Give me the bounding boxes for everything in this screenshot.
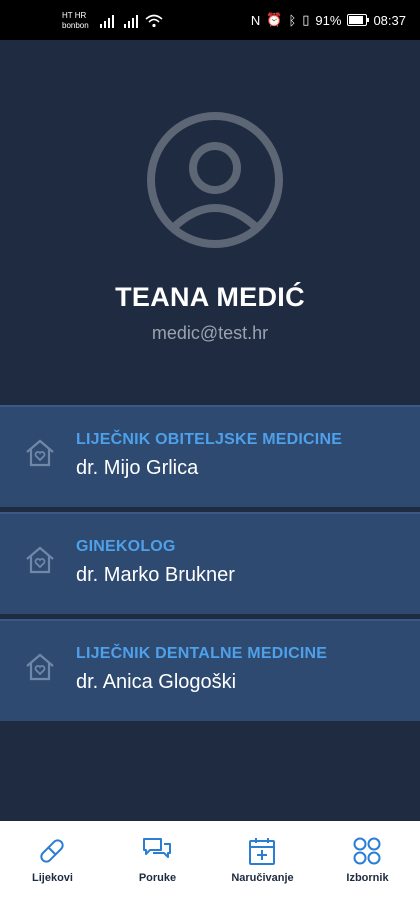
home-icon xyxy=(26,653,54,681)
calendar-icon xyxy=(249,838,275,865)
nav-izbornik[interactable]: Izbornik xyxy=(315,821,420,900)
profile-email: medic@test.hr xyxy=(151,323,269,343)
signal-icon xyxy=(100,15,114,28)
battery-percent: 91% xyxy=(315,12,342,28)
nav-label: Poruke xyxy=(138,872,177,884)
battery-icon xyxy=(347,14,370,26)
alarm-icon: ⏰ xyxy=(266,12,283,27)
doctor-role: LIJEČNIK OBITELJSKE MEDICINE xyxy=(76,431,343,448)
doctor-name: dr. Mijo Grlica xyxy=(76,457,199,479)
doctor-role: GINEKOLOG xyxy=(76,538,176,555)
profile-name: TEANA MEDIĆ xyxy=(115,282,305,312)
nav-label: Izbornik xyxy=(346,872,389,884)
pill-icon xyxy=(40,839,64,863)
bluetooth-icon: ᛒ xyxy=(288,12,297,28)
doctor-name: dr. Marko Brukner xyxy=(76,564,235,586)
status-right: N ⏰ ᛒ ▯ 91% 08:37 xyxy=(251,12,406,28)
home-icon xyxy=(26,546,54,574)
carrier-label: HT HR bonbon xyxy=(62,11,89,30)
wifi-icon xyxy=(145,14,163,28)
user-circle-icon[interactable] xyxy=(145,110,285,250)
menu-grid-icon xyxy=(353,837,381,865)
doctor-card-family[interactable]: LIJEČNIK OBITELJSKE MEDICINE dr. Mijo Gr… xyxy=(0,405,420,507)
nav-lijekovi[interactable]: Lijekovi xyxy=(0,821,105,900)
nav-narucivanje[interactable]: Naručivanje xyxy=(210,821,315,900)
bottom-nav: Lijekovi Poruke Naručivanje Izbornik xyxy=(0,821,420,900)
doctor-role: LIJEČNIK DENTALNE MEDICINE xyxy=(76,645,328,662)
doctor-card-gynecologist[interactable]: GINEKOLOG dr. Marko Brukner xyxy=(0,512,420,614)
chat-icon xyxy=(143,838,171,858)
clock: 08:37 xyxy=(373,12,406,28)
home-icon xyxy=(26,439,54,467)
nfc-icon: N xyxy=(250,12,261,28)
status-bar: HT HR bonbon N ⏰ ᛒ ▯ 91% 08:37 xyxy=(0,0,420,40)
nav-label: Lijekovi xyxy=(32,872,73,884)
vibrate-icon: ▯ xyxy=(302,12,310,27)
signal-icon-2 xyxy=(124,15,138,28)
doctor-card-dental[interactable]: LIJEČNIK DENTALNE MEDICINE dr. Anica Glo… xyxy=(0,619,420,721)
nav-poruke[interactable]: Poruke xyxy=(105,821,210,900)
doctor-name: dr. Anica Glogoški xyxy=(76,671,237,693)
nav-label: Naručivanje xyxy=(231,872,294,884)
